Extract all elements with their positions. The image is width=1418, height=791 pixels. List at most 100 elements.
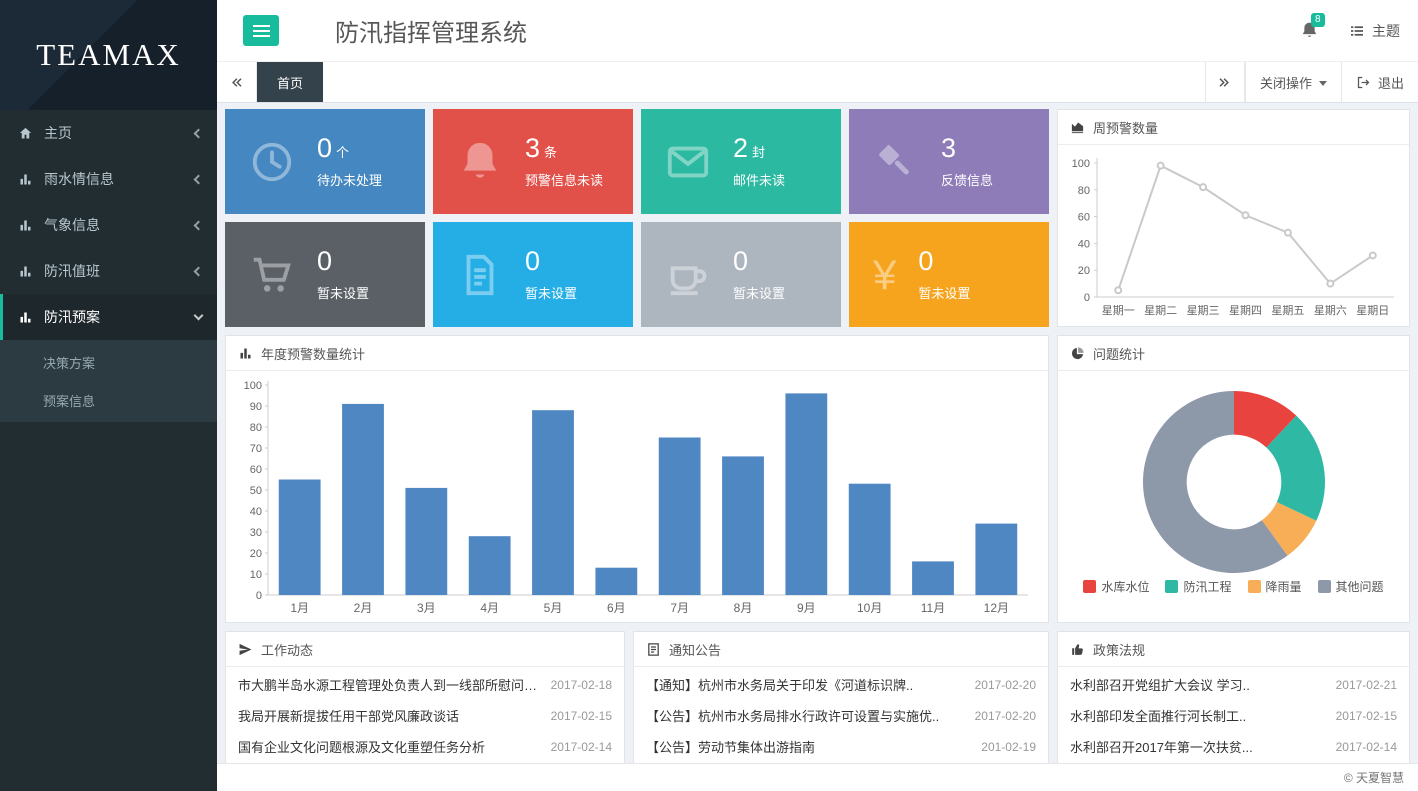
- svg-text:1月: 1月: [290, 601, 309, 615]
- work-news-panel: 工作动态 市大鹏半岛水源工程管理处负责人到一线部所慰问新春 2017-02-18…: [225, 631, 625, 763]
- tile-value: 2封: [733, 135, 785, 162]
- tile-unset-4[interactable]: ¥ 0 暂未设置: [849, 222, 1049, 327]
- tabs-scroll-left-button[interactable]: [217, 62, 257, 102]
- tile-unset-1[interactable]: 0 暂未设置: [225, 222, 425, 327]
- legend-label: 水库水位: [1101, 578, 1149, 595]
- yen-icon: ¥: [873, 254, 896, 296]
- document-icon: [646, 642, 661, 657]
- list-item[interactable]: 国有企业文化问题根源及文化重塑任务分析 2017-02-14: [226, 731, 624, 762]
- logout-button[interactable]: 退出: [1341, 62, 1418, 102]
- app-logo: TEAMAX: [0, 0, 217, 110]
- sidebar-item-label: 雨水情信息: [44, 169, 114, 189]
- sidebar-submenu: 决策方案 预案信息: [0, 340, 217, 422]
- svg-text:4月: 4月: [480, 601, 499, 615]
- tabs-scroll-right-button[interactable]: [1205, 62, 1245, 102]
- footer: © 天夏智慧: [217, 763, 1418, 791]
- svg-text:11月: 11月: [921, 601, 945, 615]
- chevron-left-icon: [194, 220, 204, 230]
- legend-swatch: [1165, 580, 1178, 593]
- tab-home[interactable]: 首页: [257, 62, 323, 102]
- svg-text:星期二: 星期二: [1144, 304, 1177, 317]
- tile-unset-3[interactable]: 0 暂未设置: [641, 222, 841, 327]
- list-item[interactable]: 【公告】劳动节集体出游指南 201-02-19: [634, 731, 1048, 762]
- sidebar-item-flood-plan[interactable]: 防汛预案: [0, 294, 217, 340]
- legend-item-other[interactable]: 其他问题: [1318, 578, 1384, 595]
- svg-text:星期一: 星期一: [1102, 304, 1135, 317]
- tile-todo[interactable]: 0个 待办未处理: [225, 109, 425, 214]
- sidebar-item-label: 气象信息: [44, 215, 100, 235]
- svg-text:100: 100: [1072, 158, 1090, 170]
- chevron-left-icon: [194, 128, 204, 138]
- chevron-left-icon: [194, 266, 204, 276]
- panel-title: 周预警数量: [1093, 118, 1158, 137]
- sidebar: TEAMAX 主页 雨水情信息 气象信息 防汛值班: [0, 0, 217, 791]
- close-operations-dropdown[interactable]: 关闭操作: [1245, 62, 1341, 102]
- list-item[interactable]: 【通知】杭州市水务局关于印发《河道标识牌.. 2017-02-20: [634, 669, 1048, 700]
- list-item[interactable]: 水利部召开2017年第一次扶贫... 2017-02-14: [1058, 731, 1409, 762]
- panel-header: 问题统计: [1058, 336, 1409, 371]
- tile-mail-unread[interactable]: 2封 邮件未读: [641, 109, 841, 214]
- notifications-button[interactable]: 8: [1300, 21, 1319, 40]
- item-date: 2017-02-14: [551, 740, 612, 754]
- sidebar-item-weather-info[interactable]: 气象信息: [0, 202, 217, 248]
- tile-value: 0: [525, 248, 577, 275]
- weekly-warnings-panel: 周预警数量 020406080100星期一星期二星期三星期四星期五星期六星期日: [1057, 109, 1410, 327]
- sidebar-subitem-decision-plan[interactable]: 决策方案: [0, 343, 217, 381]
- tile-label: 预警信息未读: [525, 170, 603, 189]
- page-title: 防汛指挥管理系统: [335, 13, 527, 48]
- envelope-icon: [665, 139, 711, 185]
- svg-text:7月: 7月: [670, 601, 689, 615]
- svg-text:10月: 10月: [857, 601, 882, 615]
- tile-warnings-unread[interactable]: 3条 预警信息未读: [433, 109, 633, 214]
- tile-feedback[interactable]: 3 反馈信息: [849, 109, 1049, 214]
- legend-swatch: [1083, 580, 1096, 593]
- svg-text:40: 40: [250, 506, 262, 518]
- legend-item-reservoir[interactable]: 水库水位: [1083, 578, 1149, 595]
- double-chevron-right-icon: [1217, 75, 1232, 90]
- svg-text:40: 40: [1078, 238, 1090, 250]
- bar-chart-icon: [18, 172, 33, 187]
- logout-icon: [1356, 75, 1371, 90]
- tile-value: 3条: [525, 135, 603, 162]
- file-icon: [457, 252, 503, 298]
- list-item[interactable]: 市大鹏半岛水源工程管理处负责人到一线部所慰问新春 2017-02-18: [226, 669, 624, 700]
- sidebar-subitem-plan-info[interactable]: 预案信息: [0, 381, 217, 419]
- panel-header: 政策法规: [1058, 632, 1409, 667]
- sidebar-toggle-button[interactable]: [243, 15, 279, 46]
- dashboard-content: 0个 待办未处理 3条 预警信息未读: [217, 103, 1418, 763]
- panel-title: 问题统计: [1093, 344, 1145, 363]
- footer-copyright: © 天夏智慧: [1344, 769, 1404, 786]
- svg-text:50: 50: [250, 485, 262, 497]
- panel-header: 周预警数量: [1058, 110, 1409, 145]
- svg-text:星期三: 星期三: [1187, 304, 1220, 317]
- sidebar-item-home[interactable]: 主页: [0, 110, 217, 156]
- panel-header: 年度预警数量统计: [226, 336, 1048, 371]
- list-item[interactable]: 【公告】杭州市水务局排水行政许可设置与实施优.. 2017-02-20: [634, 700, 1048, 731]
- list-item[interactable]: 水利部召开党组扩大会议 学习.. 2017-02-21: [1058, 669, 1409, 700]
- header-actions: 8 主题: [1300, 21, 1400, 41]
- item-date: 2017-02-20: [975, 678, 1036, 692]
- chevron-down-icon: [194, 311, 204, 321]
- sidebar-item-rainwater-info[interactable]: 雨水情信息: [0, 156, 217, 202]
- panel-header: 通知公告: [634, 632, 1048, 667]
- notices-panel: 通知公告 【通知】杭州市水务局关于印发《河道标识牌.. 2017-02-20 【…: [633, 631, 1049, 763]
- double-chevron-left-icon: [229, 75, 244, 90]
- svg-text:12月: 12月: [984, 601, 1009, 615]
- list-item[interactable]: 水利部印发全面推行河长制工.. 2017-02-15: [1058, 700, 1409, 731]
- theme-button[interactable]: 主题: [1349, 21, 1400, 41]
- panel-title: 年度预警数量统计: [261, 344, 365, 363]
- app-root: TEAMAX 主页 雨水情信息 气象信息 防汛值班: [0, 0, 1418, 791]
- svg-text:20: 20: [250, 548, 262, 560]
- legend-item-flood-project[interactable]: 防汛工程: [1165, 578, 1231, 595]
- tile-unset-2[interactable]: 0 暂未设置: [433, 222, 633, 327]
- list-item[interactable]: 我局开展新提拔任用干部党风廉政谈话 2017-02-15: [226, 700, 624, 731]
- theme-label: 主题: [1372, 21, 1400, 41]
- svg-text:10: 10: [250, 569, 262, 581]
- svg-text:30: 30: [250, 527, 262, 539]
- main-column: 防汛指挥管理系统 8 主题: [217, 0, 1418, 791]
- sidebar-item-flood-duty[interactable]: 防汛值班: [0, 248, 217, 294]
- legend-item-rainfall[interactable]: 降雨量: [1248, 578, 1302, 595]
- clock-icon: [249, 139, 295, 185]
- tile-label: 暂未设置: [918, 283, 970, 302]
- tile-label: 暂未设置: [317, 283, 369, 302]
